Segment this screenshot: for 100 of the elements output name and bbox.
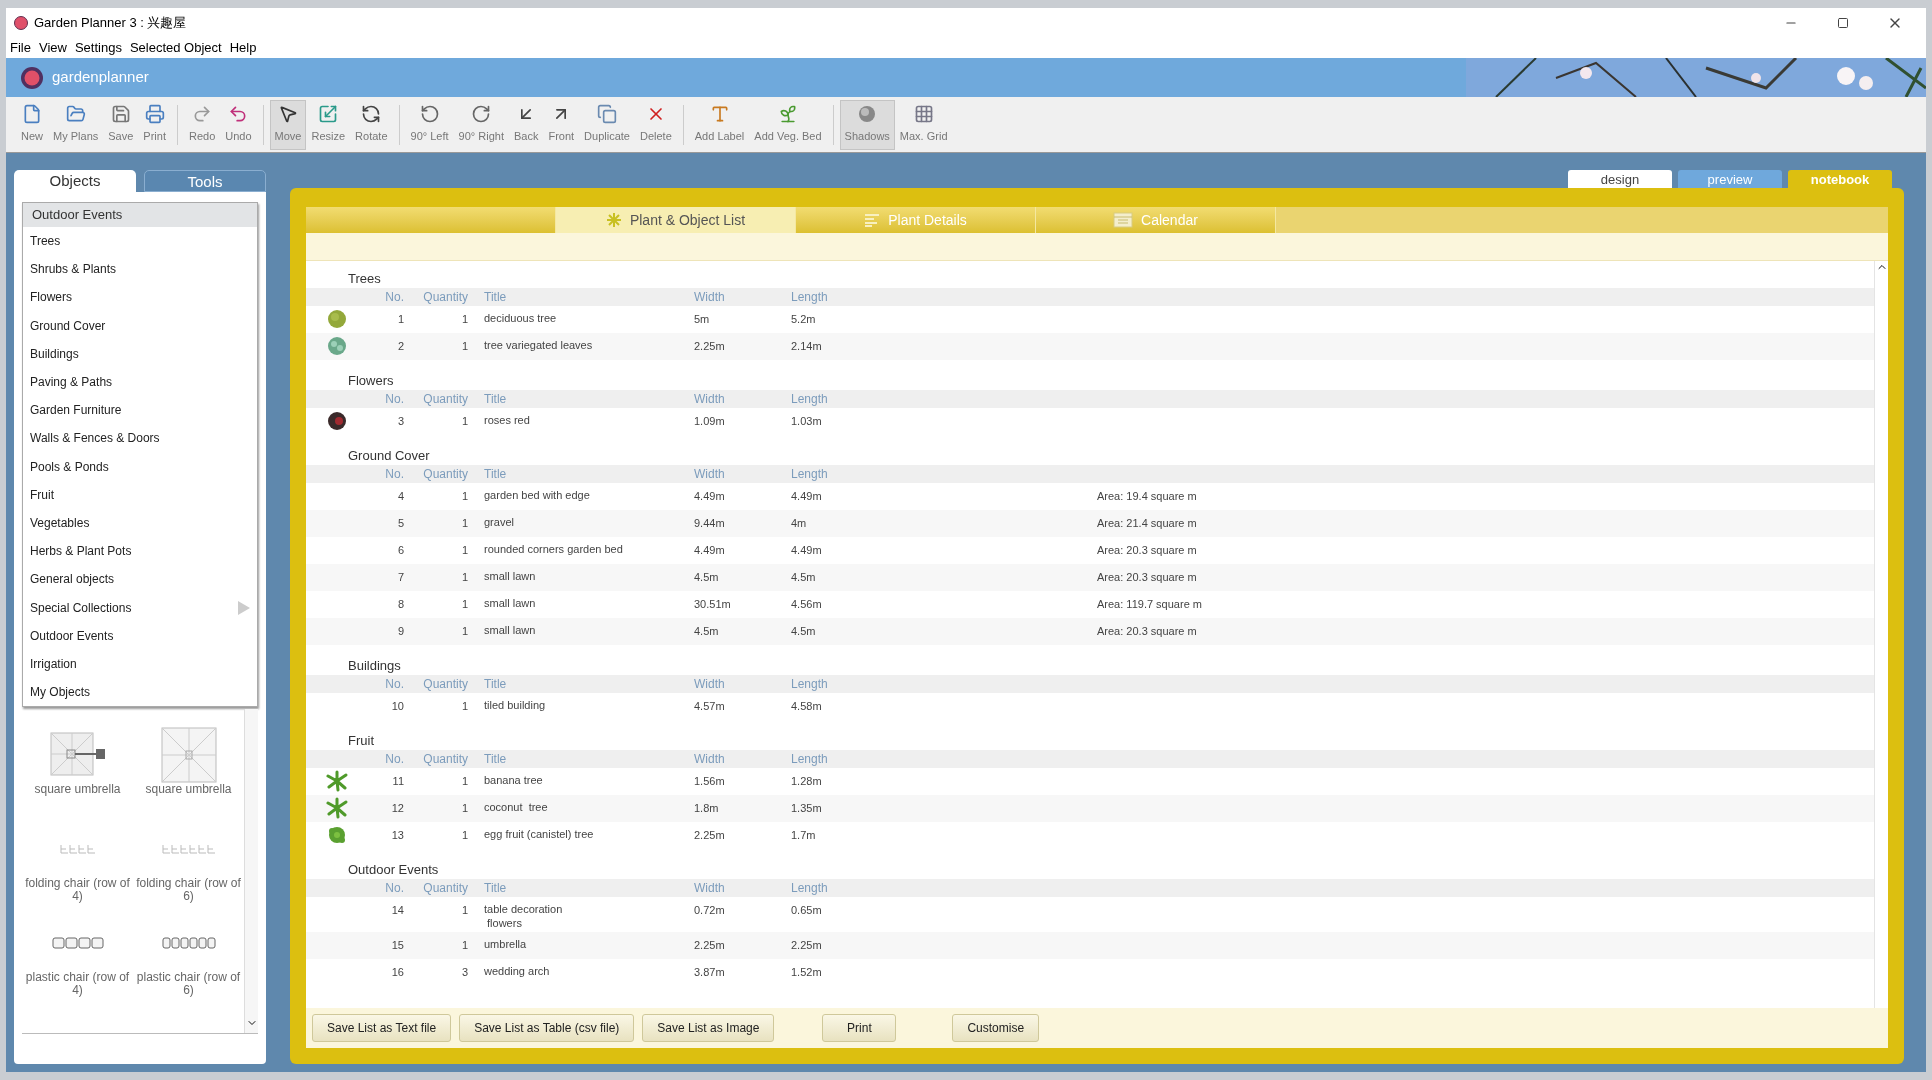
toolbar-button[interactable]: Redo [183, 99, 221, 150]
object-tile[interactable]: folding chair (row of 6) [133, 821, 244, 906]
table-cell-text: 1.03m [791, 414, 823, 429]
section-heading: Flowers [347, 372, 395, 390]
action-button[interactable]: Customise [952, 1014, 1040, 1042]
table-cell-text: Area: 19.4 square m [1097, 489, 1197, 504]
action-button[interactable]: Save List as Image [642, 1014, 775, 1042]
object-tile[interactable]: plastic chair (row of 6) [133, 915, 244, 1000]
menu-item[interactable]: View [38, 38, 67, 58]
toolbar-button[interactable]: Print [138, 99, 171, 150]
toolbar-button[interactable]: Add Veg. Bed [749, 99, 827, 150]
column-header: Title [484, 880, 508, 897]
table-cell-text: 1 [460, 624, 468, 639]
category-item[interactable]: Outdoor Events [23, 621, 257, 650]
toolbar-button[interactable]: Duplicate [579, 99, 635, 150]
section-heading: Outdoor Events [347, 861, 440, 879]
category-item[interactable]: Paving & Paths [23, 367, 257, 397]
table-cell-text: 1 [460, 543, 468, 558]
category-item[interactable]: Special Collections [23, 593, 257, 622]
table-cell-text: 10 [390, 699, 404, 714]
object-tile[interactable]: square umbrella [22, 727, 133, 812]
category-item[interactable]: Herbs & Plant Pots [23, 537, 257, 566]
column-header: Quantity [422, 289, 468, 306]
column-header: Width [694, 391, 726, 408]
column-header: Quantity [422, 466, 468, 483]
app-logo-icon [20, 65, 44, 90]
category-item[interactable]: Pools & Ponds [23, 452, 257, 481]
table-cell-text: 1 [460, 516, 468, 531]
category-item[interactable]: Buildings [23, 339, 257, 368]
toolbar-button[interactable]: Shadows [839, 99, 895, 150]
column-header: No. [384, 751, 404, 768]
category-item[interactable]: Vegetables [23, 508, 257, 538]
category-item[interactable]: Shrubs & Plants [23, 255, 257, 284]
table-cell-text: 4.5m [791, 570, 817, 585]
action-button[interactable]: Print [822, 1014, 897, 1042]
menu-item[interactable]: Settings [74, 38, 122, 58]
table-cell-text: umbrella [484, 937, 528, 952]
table-cell-text: 1 [460, 339, 468, 354]
category-item[interactable]: Irrigation [23, 649, 257, 678]
table-cell-text: wedding arch [484, 964, 551, 979]
category-item[interactable]: Trees [23, 227, 257, 256]
column-header: Length [791, 391, 829, 408]
rotate-left-icon [419, 104, 440, 125]
category-item[interactable]: Walls & Fences & Doors [23, 424, 257, 453]
menu-item[interactable]: Selected Object [129, 38, 222, 58]
toolbar-button[interactable]: Front [543, 99, 580, 150]
table-cell-text: 2.25m [791, 938, 823, 953]
column-header: No. [384, 880, 404, 897]
toolbar-button[interactable]: Back [508, 99, 544, 150]
plastic-chairs-icon [51, 936, 104, 951]
category-item[interactable]: Garden Furniture [23, 396, 257, 425]
table-cell-text: small lawn [484, 569, 537, 584]
table-cell-text: 4.5m [791, 624, 817, 639]
table-cell-text: 4m [791, 516, 808, 531]
toolbar-button[interactable]: Delete [634, 99, 677, 150]
table-cell-text: 1 [460, 828, 468, 843]
category-dropdown[interactable]: Outdoor Events [23, 203, 257, 227]
category-item[interactable]: General objects [23, 565, 257, 594]
toolbar-button[interactable]: Max. Grid [894, 99, 953, 150]
toolbar-button[interactable]: Undo [220, 99, 257, 150]
column-header: Length [791, 676, 829, 693]
scrollbar[interactable] [1874, 261, 1888, 1008]
column-header: Width [694, 466, 726, 483]
grid-icon [913, 104, 934, 125]
toolbar-button[interactable]: My Plans [48, 99, 104, 150]
object-tile[interactable]: plastic chair (row of 4) [22, 915, 133, 1000]
object-tile[interactable]: folding chair (row of 4) [22, 821, 133, 906]
menu-item[interactable]: Help [229, 38, 257, 58]
toolbar-button[interactable]: Save [103, 99, 139, 150]
action-button[interactable]: Save List as Text file [312, 1014, 452, 1042]
panel-tab[interactable]: Objects [14, 170, 136, 192]
category-item[interactable]: My Objects [23, 678, 257, 707]
column-header: Quantity [422, 751, 468, 768]
table-cell-text: 1 [460, 312, 468, 327]
toolbar-button[interactable]: Add Label [689, 99, 750, 150]
list-page-tab[interactable]: Plant & Object List [556, 207, 796, 233]
toolbar-button[interactable]: Rotate [350, 99, 393, 150]
panel-tab[interactable]: Tools [144, 170, 266, 192]
view-tab[interactable]: design [1568, 170, 1672, 188]
column-header: Quantity [422, 391, 468, 408]
table-cell-text: 1.56m [694, 774, 726, 789]
object-tile[interactable]: square umbrella [133, 727, 244, 812]
table-cell-text: tiled building [484, 698, 547, 713]
table-cell-text: 7 [396, 570, 404, 585]
toolbar-button[interactable]: Resize [306, 99, 351, 150]
scrollbar[interactable] [244, 709, 258, 1033]
category-item[interactable]: Ground Cover [23, 311, 257, 340]
category-item[interactable]: Flowers [23, 283, 257, 312]
table-cell-text: garden bed with edge [484, 488, 591, 503]
toolbar-button[interactable]: New [16, 99, 48, 150]
table-cell-text: 11 [391, 774, 404, 789]
toolbar-button[interactable]: 90° Right [453, 99, 509, 150]
action-button[interactable]: Save List as Table (csv file) [459, 1014, 635, 1042]
toolbar-button[interactable]: Move [269, 99, 307, 150]
category-item[interactable]: Fruit [23, 480, 257, 509]
table-cell-text: gravel [484, 515, 515, 530]
menu-item[interactable]: File [10, 38, 31, 58]
toolbar-button[interactable]: 90° Left [405, 99, 454, 150]
table-cell-text: 30.51m [694, 597, 732, 612]
table-cell-text: 5.2m [791, 312, 817, 327]
